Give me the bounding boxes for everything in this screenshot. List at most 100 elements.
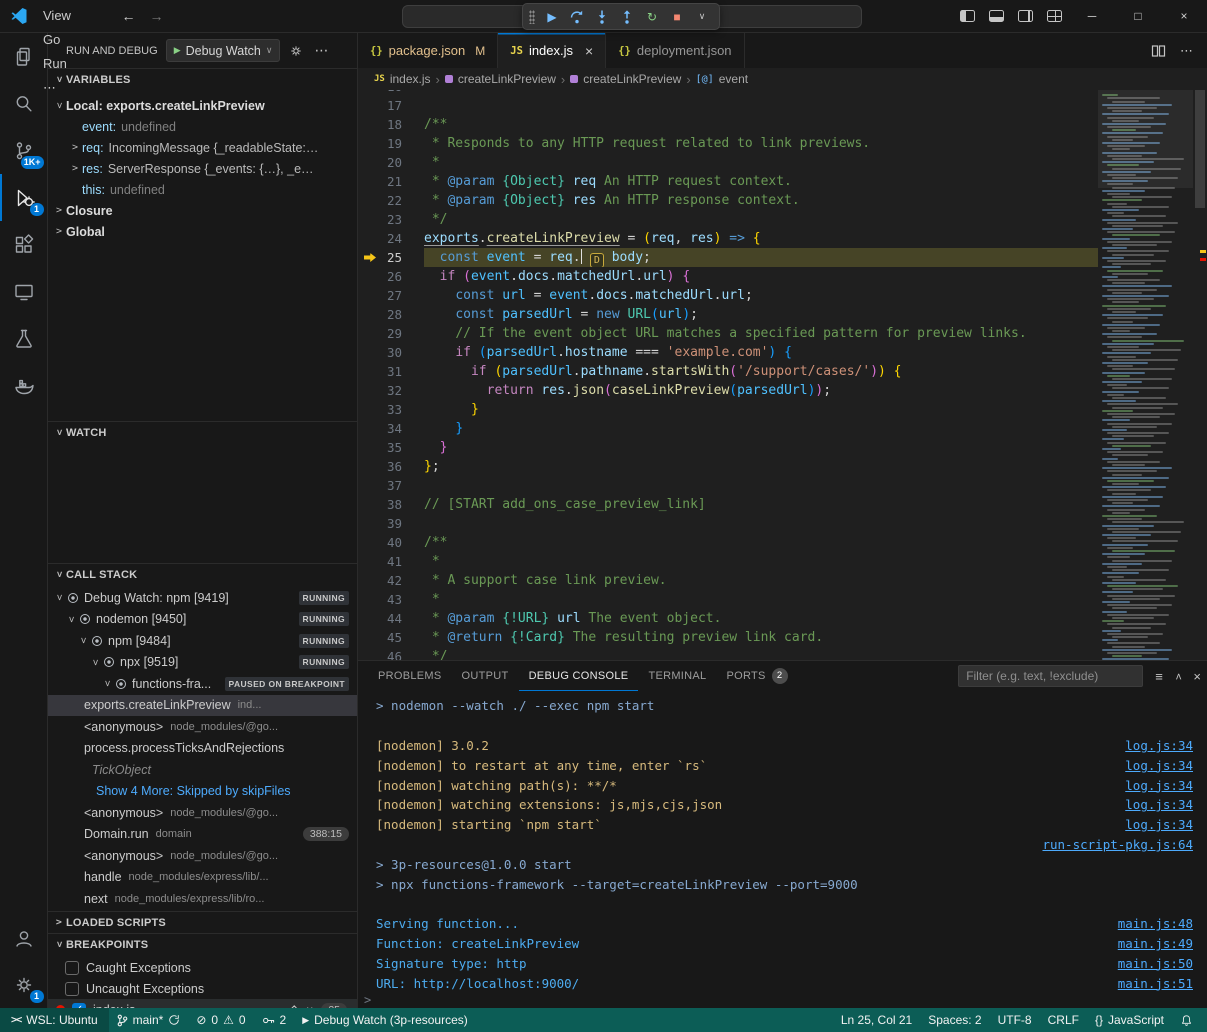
callstack-session-row[interactable]: >nodemon [9450]RUNNING bbox=[48, 609, 357, 631]
line-number-gutter[interactable]: 44 bbox=[358, 609, 424, 628]
language-mode-item[interactable]: {} JavaScript bbox=[1087, 1008, 1172, 1032]
stop-button[interactable]: ■ bbox=[666, 6, 688, 28]
code-line[interactable]: 31 if (parsedUrl.pathname.startsWith('/s… bbox=[358, 362, 1098, 381]
forwarded-ports-item[interactable]: 2 bbox=[254, 1008, 295, 1032]
callstack-session-row[interactable]: >npm [9484]RUNNING bbox=[48, 630, 357, 652]
navigate-back-icon[interactable]: ← bbox=[121, 8, 135, 24]
twisty-icon[interactable]: > bbox=[66, 612, 77, 626]
restart-button[interactable]: ↻ bbox=[641, 6, 663, 28]
line-number-gutter[interactable]: 32 bbox=[358, 381, 424, 400]
breadcrumb-symbol[interactable]: createLinkPreview bbox=[583, 72, 681, 86]
debug-settings-gear-icon[interactable] bbox=[288, 43, 304, 59]
breakpoint-row[interactable]: ✓index.js×25 bbox=[48, 999, 357, 1008]
code-line[interactable]: 29 // If the event object URL matches a … bbox=[358, 324, 1098, 343]
twisty-icon[interactable]: > bbox=[54, 99, 65, 113]
code-line[interactable]: 24exports.createLinkPreview = (req, res)… bbox=[358, 229, 1098, 248]
code-line[interactable]: 39 bbox=[358, 514, 1098, 533]
breadcrumb-file[interactable]: index.js bbox=[390, 72, 431, 86]
variables-row[interactable]: this:undefined bbox=[48, 179, 357, 200]
line-number-gutter[interactable]: 46 bbox=[358, 647, 424, 660]
show-more-frames-link[interactable]: Show 4 More: Skipped by skipFiles bbox=[48, 781, 357, 803]
panel-tab-ports[interactable]: PORTS 2 bbox=[716, 661, 797, 691]
step-over-button[interactable] bbox=[566, 6, 588, 28]
breakpoint-checkbox[interactable] bbox=[65, 961, 79, 975]
code-line[interactable]: 18/** bbox=[358, 115, 1098, 134]
tab-package-json[interactable]: {} package.json M bbox=[358, 33, 498, 68]
problems-item[interactable]: ⊘ 0 ⚠ 0 bbox=[188, 1008, 253, 1032]
code-line[interactable]: 42 * A support case link preview. bbox=[358, 571, 1098, 590]
console-filter-input[interactable] bbox=[958, 665, 1143, 687]
callstack-frame-row[interactable]: nextnode_modules/express/lib/ro... bbox=[48, 888, 357, 910]
debug-session-chevron-icon[interactable]: ∨ bbox=[691, 6, 713, 28]
code-line[interactable]: 17 bbox=[358, 96, 1098, 115]
tab-index-js[interactable]: JS index.js × bbox=[498, 33, 606, 68]
source-location-link[interactable]: log.js:34 bbox=[1125, 758, 1193, 773]
scrollbar-thumb[interactable] bbox=[1195, 90, 1205, 208]
code-line[interactable]: 46 */ bbox=[358, 647, 1098, 660]
source-location-link[interactable]: run-script-pkg.js:64 bbox=[1042, 837, 1193, 852]
loaded-scripts-section-header[interactable]: > LOADED SCRIPTS bbox=[48, 911, 357, 933]
callstack-frame-row[interactable]: <anonymous>node_modules/@go... bbox=[48, 716, 357, 738]
notifications-bell-icon[interactable] bbox=[1172, 1008, 1201, 1032]
callstack-session-row[interactable]: >Debug Watch: npm [9419]RUNNING bbox=[48, 587, 357, 609]
line-number-gutter[interactable]: 29 bbox=[358, 324, 424, 343]
callstack-frame-row[interactable]: handlenode_modules/express/lib/... bbox=[48, 867, 357, 889]
debug-status-item[interactable]: ▶ Debug Watch (3p-resources) bbox=[294, 1008, 476, 1032]
line-number-gutter[interactable]: 26 bbox=[358, 267, 424, 286]
variables-row[interactable]: event:undefined bbox=[48, 116, 357, 137]
twisty-icon[interactable]: > bbox=[90, 655, 101, 669]
line-number-gutter[interactable]: 33 bbox=[358, 400, 424, 419]
code-line[interactable]: 28 const parsedUrl = new URL(url); bbox=[358, 305, 1098, 324]
launch-config-dropdown[interactable]: ▶ Debug Watch ∨ bbox=[166, 39, 281, 62]
explorer-icon[interactable] bbox=[0, 33, 48, 80]
callstack-frame-row[interactable]: <anonymous>node_modules/@go... bbox=[48, 845, 357, 867]
line-number-gutter[interactable]: 31 bbox=[358, 362, 424, 381]
minimap[interactable] bbox=[1098, 90, 1193, 660]
editor-scrollbar[interactable] bbox=[1193, 90, 1207, 660]
code-line[interactable]: 36}; bbox=[358, 457, 1098, 476]
code-line[interactable]: 19 * Responds to any HTTP request relate… bbox=[358, 134, 1098, 153]
close-tab-icon[interactable]: × bbox=[585, 43, 593, 59]
testing-icon[interactable] bbox=[0, 315, 48, 362]
source-control-icon[interactable]: 1K+ bbox=[0, 127, 48, 174]
code-line[interactable]: 30 if (parsedUrl.hostname === 'example.c… bbox=[358, 343, 1098, 362]
remote-explorer-icon[interactable] bbox=[0, 268, 48, 315]
line-number-gutter[interactable]: 27 bbox=[358, 286, 424, 305]
code-line[interactable]: 27 const url = event.docs.matchedUrl.url… bbox=[358, 286, 1098, 305]
source-location-link[interactable]: log.js:34 bbox=[1125, 778, 1193, 793]
line-number-gutter[interactable]: 41 bbox=[358, 552, 424, 571]
extensions-icon[interactable] bbox=[0, 221, 48, 268]
code-line[interactable]: 37 bbox=[358, 476, 1098, 495]
twisty-icon[interactable]: > bbox=[68, 163, 82, 174]
variables-row[interactable]: >req:IncomingMessage {_readableState:… bbox=[48, 137, 357, 158]
line-number-gutter[interactable]: 20 bbox=[358, 153, 424, 172]
twisty-icon[interactable]: > bbox=[78, 634, 89, 648]
panel-tab-output[interactable]: OUTPUT bbox=[452, 661, 519, 691]
twisty-icon[interactable]: > bbox=[102, 677, 113, 691]
code-line[interactable]: 45 * @return {!Card} The resulting previ… bbox=[358, 628, 1098, 647]
twisty-icon[interactable]: > bbox=[52, 226, 66, 237]
line-number-gutter[interactable]: 38 bbox=[358, 495, 424, 514]
toggle-panel-icon[interactable] bbox=[989, 10, 1004, 22]
split-editor-icon[interactable] bbox=[1151, 44, 1166, 58]
watch-section-header[interactable]: > WATCH bbox=[48, 421, 357, 443]
line-number-gutter[interactable]: 18 bbox=[358, 115, 424, 134]
source-location-link[interactable]: log.js:34 bbox=[1125, 797, 1193, 812]
source-location-link[interactable]: main.js:51 bbox=[1118, 976, 1193, 991]
line-number-gutter[interactable]: 36 bbox=[358, 457, 424, 476]
code-line[interactable]: 21 * @param {Object} req An HTTP request… bbox=[358, 172, 1098, 191]
code-line[interactable]: 32 return res.json(caseLinkPreview(parse… bbox=[358, 381, 1098, 400]
callstack-frame-row[interactable]: process.processTicksAndRejections bbox=[48, 738, 357, 760]
views-more-actions-icon[interactable]: ⋯ bbox=[314, 42, 328, 59]
panel-tab-debug-console[interactable]: DEBUG CONSOLE bbox=[519, 661, 639, 691]
callstack-frame-row[interactable]: exports.createLinkPreviewind... bbox=[48, 695, 357, 717]
indentation-item[interactable]: Spaces: 2 bbox=[920, 1008, 989, 1032]
variables-row[interactable]: >Closure bbox=[48, 200, 357, 221]
search-icon[interactable] bbox=[0, 80, 48, 127]
code-line[interactable]: 26 if (event.docs.matchedUrl.url) { bbox=[358, 267, 1098, 286]
line-number-gutter[interactable]: 45 bbox=[358, 628, 424, 647]
filter-icon[interactable]: ≡ bbox=[1155, 669, 1163, 684]
panel-tab-problems[interactable]: PROBLEMS bbox=[368, 661, 452, 691]
drag-handle-icon[interactable] bbox=[529, 10, 535, 24]
code-line[interactable]: 44 * @param {!URL} url The event object. bbox=[358, 609, 1098, 628]
